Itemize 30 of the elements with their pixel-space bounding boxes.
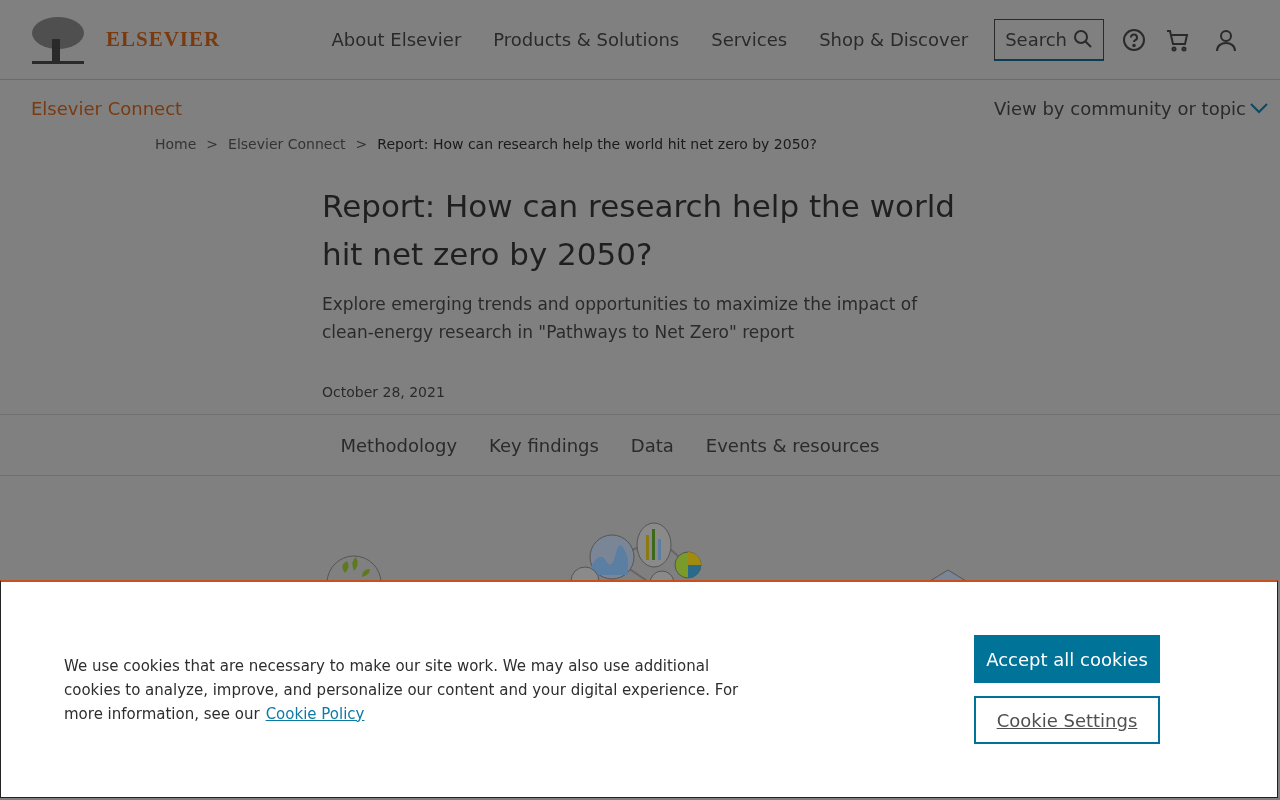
article-date: October 28, 2021 <box>322 384 446 400</box>
search-button[interactable]: Search <box>994 18 1104 61</box>
nav-link[interactable]: Products & Solutions <box>493 29 680 50</box>
search-icon <box>1073 29 1093 49</box>
topic-menu-button[interactable]: View by community or topic <box>988 96 1274 120</box>
section-tab[interactable]: Key findings <box>489 434 599 456</box>
help-icon[interactable] <box>1122 27 1146 52</box>
accept-cookies-button[interactable]: Accept all cookies <box>974 635 1160 683</box>
user-icon[interactable] <box>1214 27 1238 52</box>
section-tab[interactable]: Methodology <box>340 434 458 456</box>
logo-text[interactable]: ELSEVIER <box>106 27 221 52</box>
cookie-settings-button[interactable]: Cookie Settings <box>974 696 1160 744</box>
section-tab[interactable]: Events & resources <box>705 434 880 456</box>
cookie-policy-link[interactable]: Cookie Policy <box>265 704 365 723</box>
nav-link[interactable]: Shop & Discover <box>819 29 969 50</box>
cookie-notice-text: We use cookies that are necessary to make our site work. We may also use additional cookies to analyze, improve, and personalize our content and your digital experience. For more information, see our Cookie Policy <box>64 655 740 725</box>
breadcrumb-current[interactable]: Report: How can research help the world hit net zero by 2050? <box>377 136 817 152</box>
breadcrumb-separator: > <box>206 136 219 152</box>
cart-icon[interactable] <box>1166 27 1190 52</box>
nav-link[interactable]: About Elsevier <box>331 29 462 50</box>
article-title: Report: How can research help the world hit net zero by 2050? <box>322 187 956 274</box>
tree-logo-icon <box>30 14 86 65</box>
article-subtitle: Explore emerging trends and opportunities to maximize the impact of clean-energy research in "Pathways to Net Zero" report <box>322 293 919 344</box>
breadcrumb-separator: > <box>355 136 368 152</box>
breadcrumb-link[interactable]: Elsevier Connect <box>228 136 346 152</box>
section-tab[interactable]: Data <box>630 434 674 456</box>
chevron-down-icon <box>1250 102 1268 114</box>
section-title-link[interactable]: Elsevier Connect <box>31 97 183 119</box>
breadcrumb-link[interactable]: Home <box>155 136 197 152</box>
nav-link[interactable]: Services <box>711 29 788 50</box>
